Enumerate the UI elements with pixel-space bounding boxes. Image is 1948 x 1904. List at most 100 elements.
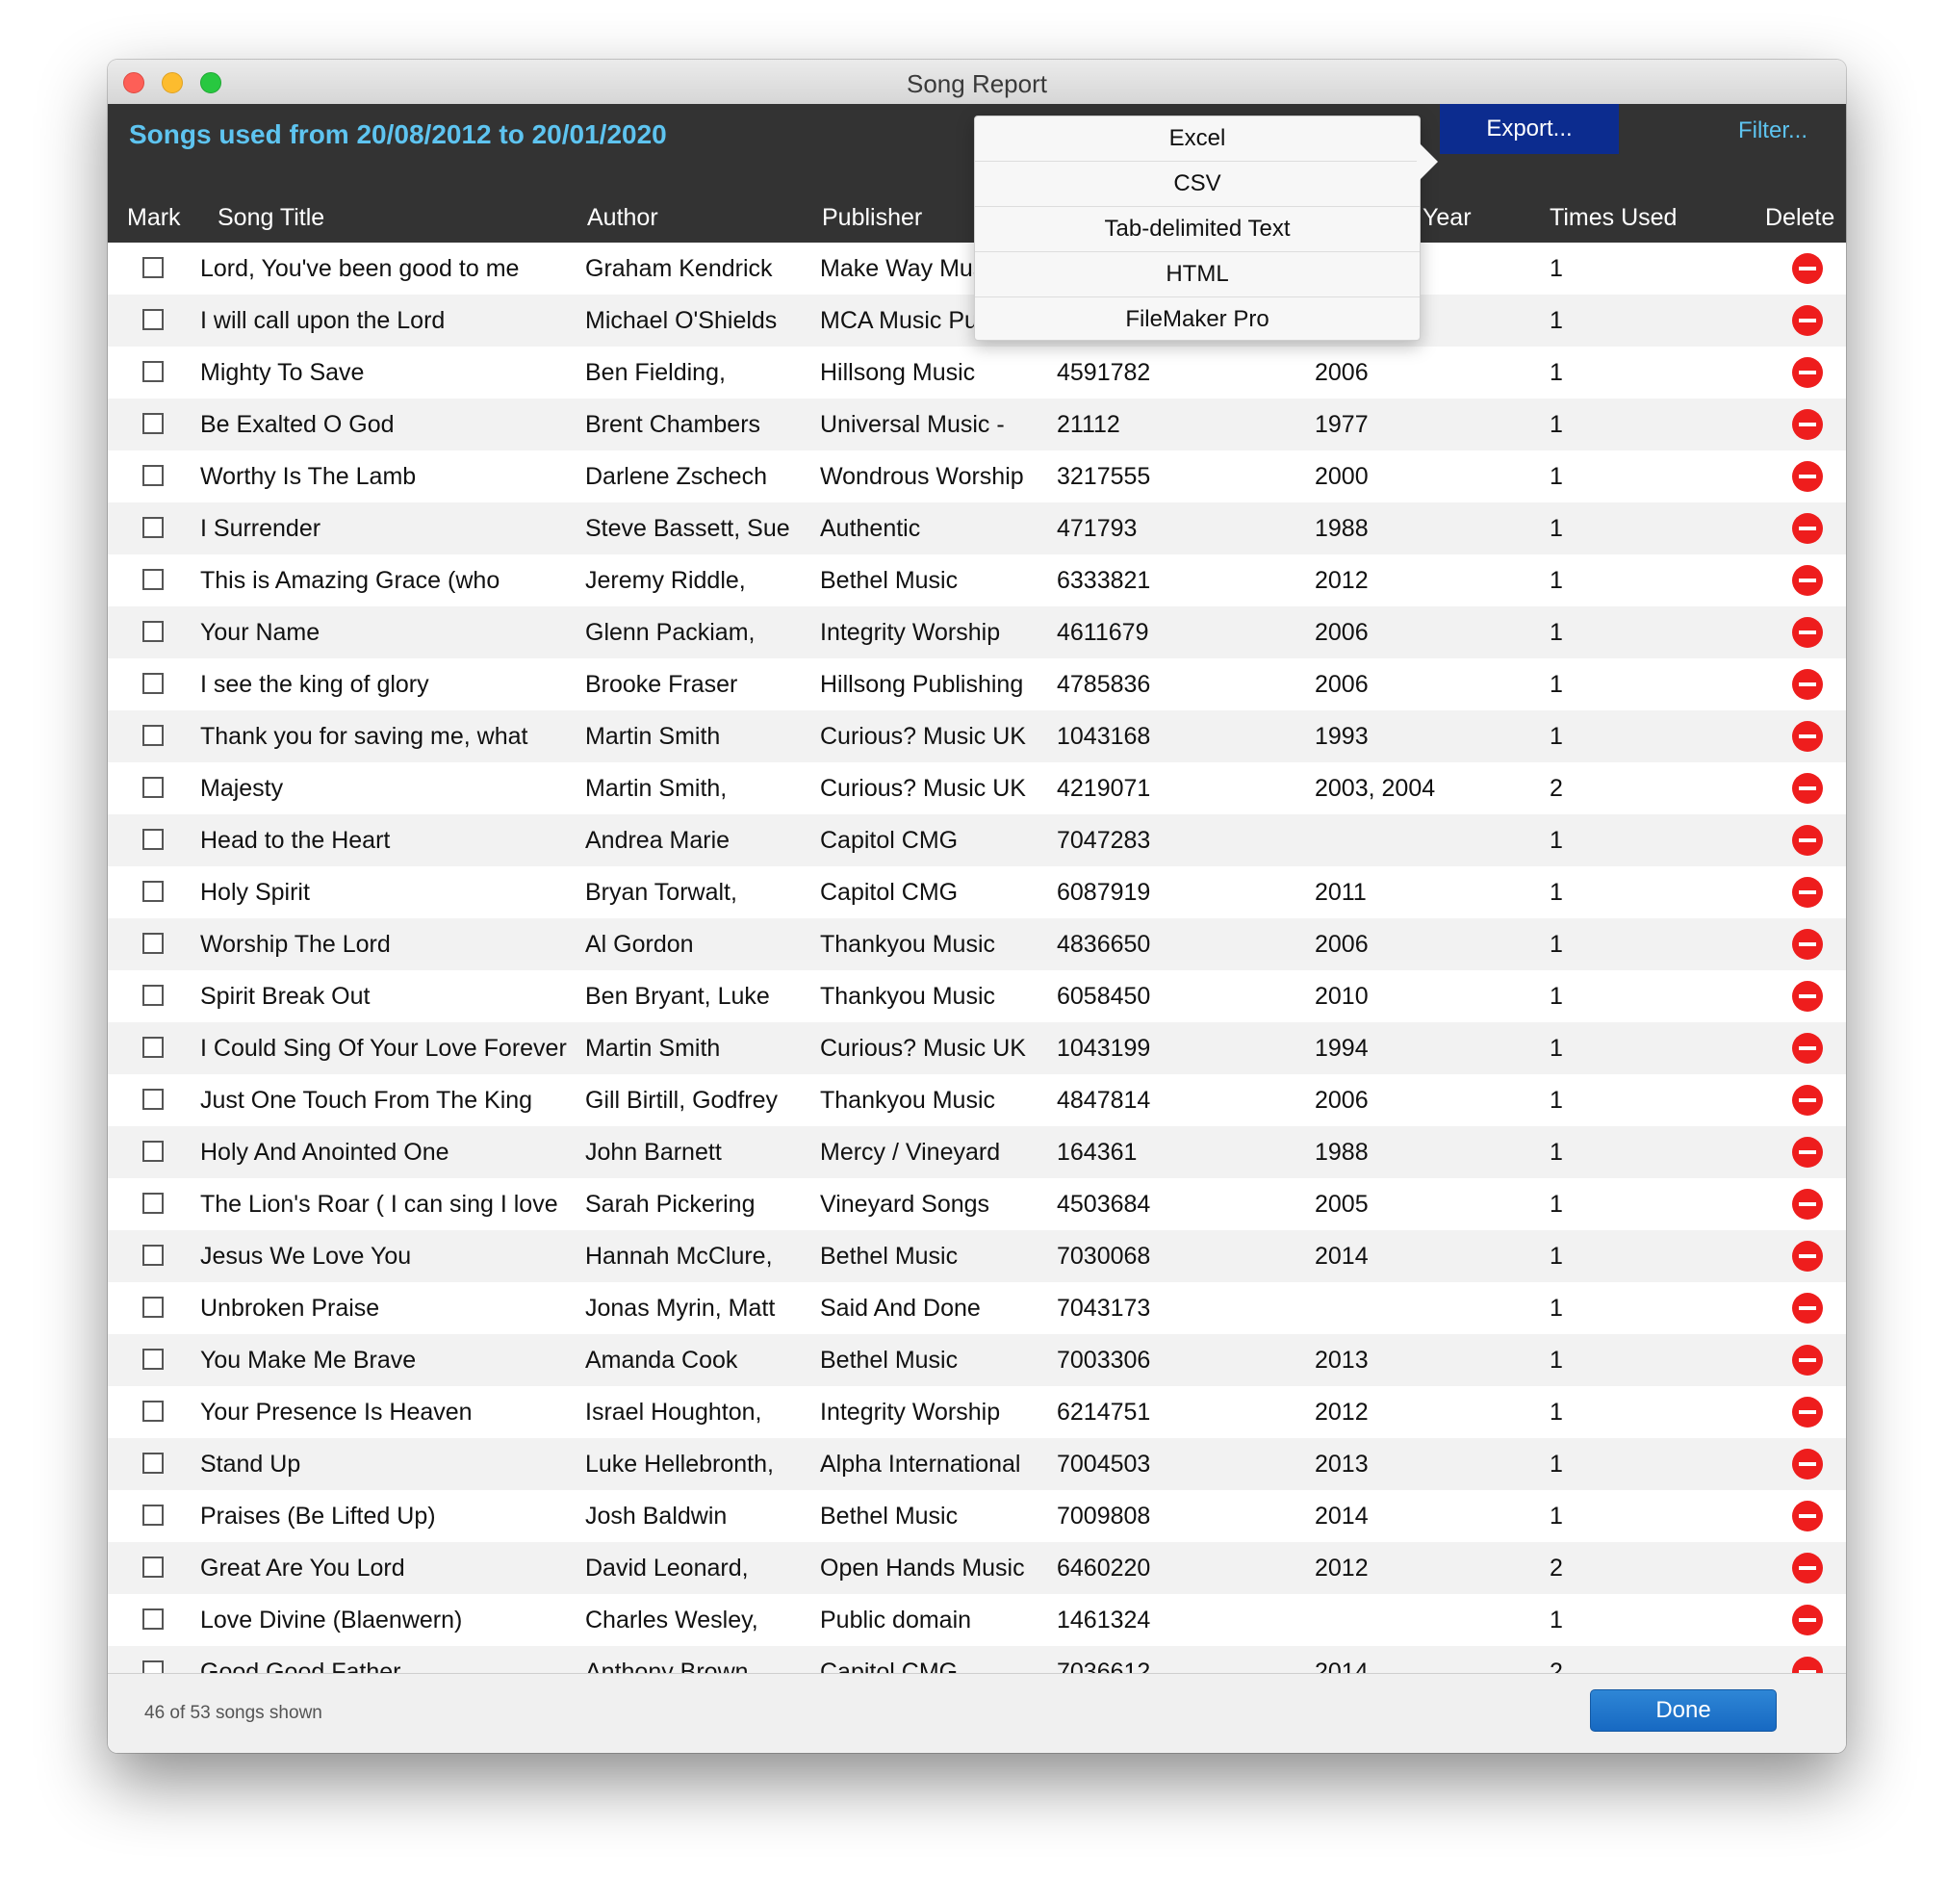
column-header-mark[interactable]: Mark bbox=[127, 204, 181, 232]
table-row[interactable]: Great Are You Lord David Leonard, Open Han… bbox=[108, 1542, 1846, 1594]
mark-checkbox[interactable] bbox=[142, 1245, 164, 1266]
table-row[interactable]: Jesus We Love You Hannah McClure, Bethel M… bbox=[108, 1230, 1846, 1282]
delete-row-icon[interactable] bbox=[1792, 513, 1823, 544]
export-menu-item-tab-delimited[interactable]: Tab-delimited Text bbox=[975, 207, 1420, 252]
delete-row-icon[interactable] bbox=[1792, 825, 1823, 856]
table-row[interactable]: I see the king of glory Brooke Fraser Hill… bbox=[108, 658, 1846, 710]
mark-checkbox[interactable] bbox=[142, 829, 164, 850]
ccli-number-cell: 4847814 bbox=[1057, 1087, 1151, 1114]
export-menu-item-csv[interactable]: CSV bbox=[975, 162, 1420, 207]
delete-row-icon[interactable] bbox=[1792, 305, 1823, 336]
delete-row-icon[interactable] bbox=[1792, 1345, 1823, 1376]
delete-row-icon[interactable] bbox=[1792, 1085, 1823, 1116]
mark-checkbox[interactable] bbox=[142, 257, 164, 278]
song-title-cell: Just One Touch From The King bbox=[200, 1087, 533, 1114]
done-button[interactable]: Done bbox=[1590, 1689, 1777, 1732]
table-row[interactable]: Thank you for saving me, what Martin Smit… bbox=[108, 710, 1846, 762]
mark-checkbox[interactable] bbox=[142, 1608, 164, 1630]
column-header-song-title[interactable]: Song Title bbox=[218, 204, 324, 232]
delete-row-icon[interactable] bbox=[1792, 669, 1823, 700]
mark-checkbox[interactable] bbox=[142, 1193, 164, 1214]
table-row[interactable]: Spirit Break Out Ben Bryant, Luke Thankyou… bbox=[108, 970, 1846, 1022]
mark-checkbox[interactable] bbox=[142, 1401, 164, 1422]
mark-checkbox[interactable] bbox=[142, 1557, 164, 1578]
table-row[interactable]: Majesty Martin Smith, Curious? Music UK 421… bbox=[108, 762, 1846, 814]
delete-row-icon[interactable] bbox=[1792, 1449, 1823, 1479]
table-row[interactable]: Mighty To Save Ben Fielding, Hillsong Musi… bbox=[108, 347, 1846, 399]
delete-row-icon[interactable] bbox=[1792, 721, 1823, 752]
delete-row-icon[interactable] bbox=[1792, 409, 1823, 440]
mark-checkbox[interactable] bbox=[142, 569, 164, 590]
mark-checkbox[interactable] bbox=[142, 933, 164, 954]
delete-row-icon[interactable] bbox=[1792, 617, 1823, 648]
column-header-author[interactable]: Author bbox=[587, 204, 658, 232]
table-row[interactable]: Your Name Glenn Packiam, Integrity Worship… bbox=[108, 606, 1846, 658]
table-row[interactable]: This is Amazing Grace (who Jeremy Riddle,… bbox=[108, 554, 1846, 606]
delete-row-icon[interactable] bbox=[1792, 877, 1823, 908]
delete-row-icon[interactable] bbox=[1792, 1397, 1823, 1428]
delete-row-icon[interactable] bbox=[1792, 1293, 1823, 1324]
delete-row-icon[interactable] bbox=[1792, 1605, 1823, 1635]
table-row[interactable]: Be Exalted O God Brent Chambers Universal … bbox=[108, 399, 1846, 450]
mark-checkbox[interactable] bbox=[142, 881, 164, 902]
table-row[interactable]: I Could Sing Of Your Love Forever Martin … bbox=[108, 1022, 1846, 1074]
export-menu-item-html[interactable]: HTML bbox=[975, 252, 1420, 297]
export-menu-item-filemaker[interactable]: FileMaker Pro bbox=[975, 297, 1420, 342]
delete-row-icon[interactable] bbox=[1792, 1189, 1823, 1220]
ccli-number-cell: 6087919 bbox=[1057, 879, 1151, 906]
mark-checkbox[interactable] bbox=[142, 1141, 164, 1162]
song-title-cell: Good Good Father bbox=[200, 1659, 401, 1673]
delete-row-icon[interactable] bbox=[1792, 1033, 1823, 1064]
export-button[interactable]: Export... bbox=[1440, 104, 1619, 154]
delete-row-icon[interactable] bbox=[1792, 1137, 1823, 1168]
table-row[interactable]: Holy And Anointed One John Barnett Mercy /… bbox=[108, 1126, 1846, 1178]
table-row[interactable]: Worthy Is The Lamb Darlene Zschech Wondrou… bbox=[108, 450, 1846, 502]
table-row[interactable]: Praises (Be Lifted Up) Josh Baldwin Bethel… bbox=[108, 1490, 1846, 1542]
table-row[interactable]: Just One Touch From The King Gill Birtill… bbox=[108, 1074, 1846, 1126]
delete-row-icon[interactable] bbox=[1792, 253, 1823, 284]
mark-checkbox[interactable] bbox=[142, 361, 164, 382]
table-row[interactable]: Good Good Father Anthony Brown, Capitol CM… bbox=[108, 1646, 1846, 1673]
column-header-year[interactable]: Year bbox=[1423, 204, 1472, 232]
delete-row-icon[interactable] bbox=[1792, 1241, 1823, 1272]
table-row[interactable]: The Lion's Roar ( I can sing I love Sarah… bbox=[108, 1178, 1846, 1230]
mark-checkbox[interactable] bbox=[142, 777, 164, 798]
mark-checkbox[interactable] bbox=[142, 985, 164, 1006]
mark-checkbox[interactable] bbox=[142, 621, 164, 642]
mark-checkbox[interactable] bbox=[142, 725, 164, 746]
table-row[interactable]: Head to the Heart Andrea Marie Capitol CMG… bbox=[108, 814, 1846, 866]
delete-row-icon[interactable] bbox=[1792, 461, 1823, 492]
table-row[interactable]: You Make Me Brave Amanda Cook Bethel Music… bbox=[108, 1334, 1846, 1386]
mark-checkbox[interactable] bbox=[142, 1505, 164, 1526]
delete-row-icon[interactable] bbox=[1792, 929, 1823, 960]
export-menu-item-excel[interactable]: Excel bbox=[975, 116, 1420, 162]
table-row[interactable]: I Surrender Steve Bassett, Sue Authentic 47… bbox=[108, 502, 1846, 554]
table-row[interactable]: Worship The Lord Al Gordon Thankyou Music 4… bbox=[108, 918, 1846, 970]
column-header-publisher[interactable]: Publisher bbox=[822, 204, 922, 232]
mark-checkbox[interactable] bbox=[142, 1660, 164, 1673]
mark-checkbox[interactable] bbox=[142, 1089, 164, 1110]
delete-row-icon[interactable] bbox=[1792, 1501, 1823, 1531]
column-header-times-used[interactable]: Times Used bbox=[1550, 204, 1677, 232]
mark-checkbox[interactable] bbox=[142, 309, 164, 330]
delete-row-icon[interactable] bbox=[1792, 1657, 1823, 1673]
table-row[interactable]: Stand Up Luke Hellebronth, Alpha Internati… bbox=[108, 1438, 1846, 1490]
delete-row-icon[interactable] bbox=[1792, 1553, 1823, 1583]
mark-checkbox[interactable] bbox=[142, 1453, 164, 1474]
filter-button[interactable]: Filter... bbox=[1715, 104, 1831, 154]
mark-checkbox[interactable] bbox=[142, 517, 164, 538]
mark-checkbox[interactable] bbox=[142, 413, 164, 434]
table-row[interactable]: Your Presence Is Heaven Israel Houghton, I… bbox=[108, 1386, 1846, 1438]
mark-checkbox[interactable] bbox=[142, 465, 164, 486]
mark-checkbox[interactable] bbox=[142, 1037, 164, 1058]
delete-row-icon[interactable] bbox=[1792, 773, 1823, 804]
table-row[interactable]: Love Divine (Blaenwern) Charles Wesley, Pu… bbox=[108, 1594, 1846, 1646]
table-row[interactable]: Unbroken Praise Jonas Myrin, Matt Said And… bbox=[108, 1282, 1846, 1334]
mark-checkbox[interactable] bbox=[142, 1297, 164, 1318]
delete-row-icon[interactable] bbox=[1792, 357, 1823, 388]
table-row[interactable]: Holy Spirit Bryan Torwalt, Capitol CMG 6087… bbox=[108, 866, 1846, 918]
mark-checkbox[interactable] bbox=[142, 673, 164, 694]
mark-checkbox[interactable] bbox=[142, 1349, 164, 1370]
delete-row-icon[interactable] bbox=[1792, 981, 1823, 1012]
delete-row-icon[interactable] bbox=[1792, 565, 1823, 596]
